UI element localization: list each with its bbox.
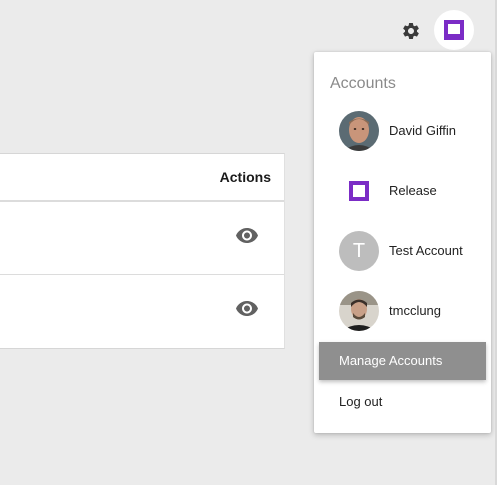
account-menu-button[interactable] (434, 10, 474, 50)
avatar (339, 291, 379, 331)
table-row (0, 202, 284, 275)
account-name: David Giffin (389, 123, 456, 138)
manage-accounts-label: Manage Accounts (339, 353, 443, 368)
settings-button[interactable] (400, 20, 422, 42)
gear-icon (403, 22, 419, 39)
release-logo-icon (444, 20, 464, 40)
app-root: Actions Accounts David Giffin Release T … (0, 0, 497, 485)
avatar-initial: T (339, 231, 379, 271)
account-item-test-account[interactable]: T Test Account (314, 231, 491, 291)
account-item-david-giffin[interactable]: David Giffin (314, 111, 491, 171)
account-name: Test Account (389, 243, 463, 258)
manage-accounts-button[interactable]: Manage Accounts (319, 342, 486, 380)
avatar (339, 111, 379, 151)
eye-icon[interactable] (235, 300, 259, 318)
account-name: Release (389, 183, 437, 198)
table-row (0, 275, 284, 347)
eye-icon[interactable] (235, 227, 259, 245)
account-name: tmcclung (389, 303, 442, 318)
avatar (339, 171, 379, 211)
release-logo-icon (349, 181, 369, 201)
accounts-dropdown: Accounts David Giffin Release T Test Acc… (314, 52, 491, 433)
logout-button[interactable]: Log out (339, 394, 382, 409)
accounts-heading: Accounts (330, 75, 396, 92)
column-header-actions: Actions (219, 169, 271, 185)
account-item-release[interactable]: Release (314, 171, 491, 231)
table-header: Actions (0, 154, 284, 202)
data-table: Actions (0, 153, 285, 349)
